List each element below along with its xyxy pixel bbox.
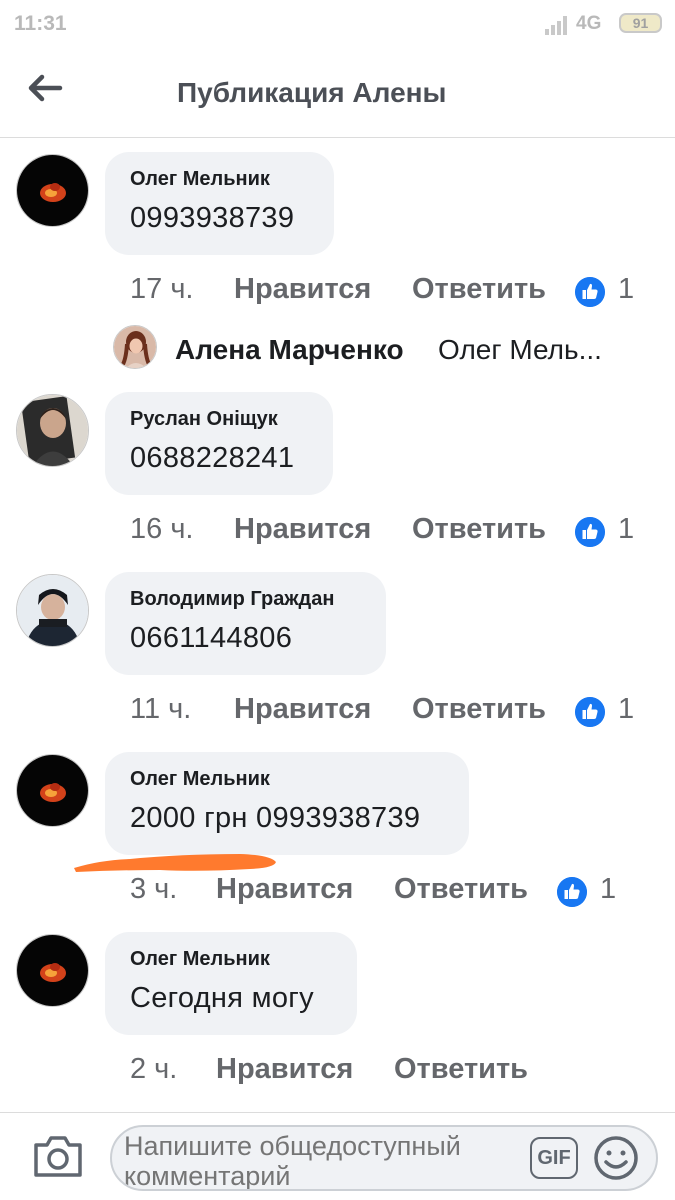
thumbs-up-icon	[575, 277, 605, 307]
comment-bubble[interactable]: Олег Мельник Сегодня могу	[105, 932, 357, 1035]
gif-button[interactable]: GIF	[530, 1137, 578, 1179]
comment-time: 16 ч.	[130, 513, 194, 545]
avatar[interactable]	[16, 154, 89, 227]
thumbs-up-icon	[575, 697, 605, 727]
smiley-icon[interactable]	[592, 1134, 640, 1182]
status-bar: 11:31 4G 91	[0, 0, 675, 48]
thumbs-up-icon	[557, 877, 587, 907]
network-type: 4G	[576, 13, 602, 34]
reply-button[interactable]: Ответить	[394, 873, 528, 906]
comment-actions: 16 ч. Нравится Ответить 1	[130, 513, 650, 549]
reply-author[interactable]: Алена Марченко	[175, 334, 404, 366]
comment-time: 2 ч.	[130, 1053, 178, 1085]
arrow-left-icon[interactable]	[22, 68, 68, 108]
avatar[interactable]	[16, 574, 89, 647]
comment-author[interactable]: Олег Мельник	[130, 168, 309, 191]
comment-text: 2000 грн 0993938739	[130, 802, 421, 834]
status-time: 11:31	[14, 12, 67, 35]
comment-bubble[interactable]: Олег Мельник 2000 грн 0993938739	[105, 752, 469, 855]
comment-actions: 3 ч. Нравится Ответить 1	[130, 873, 650, 909]
like-button[interactable]: Нравится	[234, 273, 371, 306]
reply-button[interactable]: Ответить	[412, 513, 546, 546]
reply-preview[interactable]: Алена Марченко Олег Мель...	[113, 322, 653, 372]
avatar[interactable]	[113, 325, 157, 369]
like-button[interactable]: Нравится	[216, 1053, 353, 1086]
like-button[interactable]: Нравится	[234, 693, 371, 726]
reply-button[interactable]: Ответить	[412, 273, 546, 306]
redaction-scribble	[74, 854, 276, 872]
comment-author[interactable]: Руслан Оніщук	[130, 408, 308, 431]
comment-text: Сегодня могу	[130, 982, 314, 1014]
like-count: 1	[618, 513, 635, 545]
comment-bubble[interactable]: Олег Мельник 0993938739	[105, 152, 334, 255]
camera-icon[interactable]	[32, 1133, 84, 1179]
like-button[interactable]: Нравится	[234, 513, 371, 546]
page-title: Публикация Алены	[177, 77, 447, 108]
comment-text: 0688228241	[130, 442, 295, 474]
comment-composer: GIF	[0, 1112, 675, 1200]
comment-time: 11 ч.	[130, 693, 192, 725]
comment-input-box[interactable]: GIF	[110, 1125, 658, 1191]
comment-actions: 2 ч. Нравится Ответить	[130, 1053, 650, 1089]
app-bar: Публикация Алены	[0, 48, 675, 138]
comment-input[interactable]	[124, 1131, 524, 1189]
signal-icon	[545, 16, 567, 35]
comment-actions: 11 ч. Нравится Ответить 1	[130, 693, 650, 729]
avatar[interactable]	[16, 754, 89, 827]
comment-author[interactable]: Олег Мельник	[130, 948, 332, 971]
reply-button[interactable]: Ответить	[394, 1053, 528, 1086]
avatar[interactable]	[16, 934, 89, 1007]
comment-time: 17 ч.	[130, 273, 194, 305]
like-count: 1	[618, 693, 635, 725]
comment-author[interactable]: Олег Мельник	[130, 768, 444, 791]
reply-button[interactable]: Ответить	[412, 693, 546, 726]
like-count: 1	[600, 873, 617, 905]
comment-text: 0993938739	[130, 202, 295, 234]
comment-text: 0661144806	[130, 622, 293, 654]
comment-actions: 17 ч. Нравится Ответить 1	[130, 273, 650, 309]
reply-text: Олег Мель...	[438, 334, 602, 365]
thumbs-up-icon	[575, 517, 605, 547]
like-count: 1	[618, 273, 635, 305]
comment-author[interactable]: Володимир Граждан	[130, 588, 361, 611]
comment-bubble[interactable]: Володимир Граждан 0661144806	[105, 572, 386, 675]
comment-bubble[interactable]: Руслан Оніщук 0688228241	[105, 392, 333, 495]
avatar[interactable]	[16, 394, 89, 467]
battery-level: 91	[619, 13, 662, 33]
